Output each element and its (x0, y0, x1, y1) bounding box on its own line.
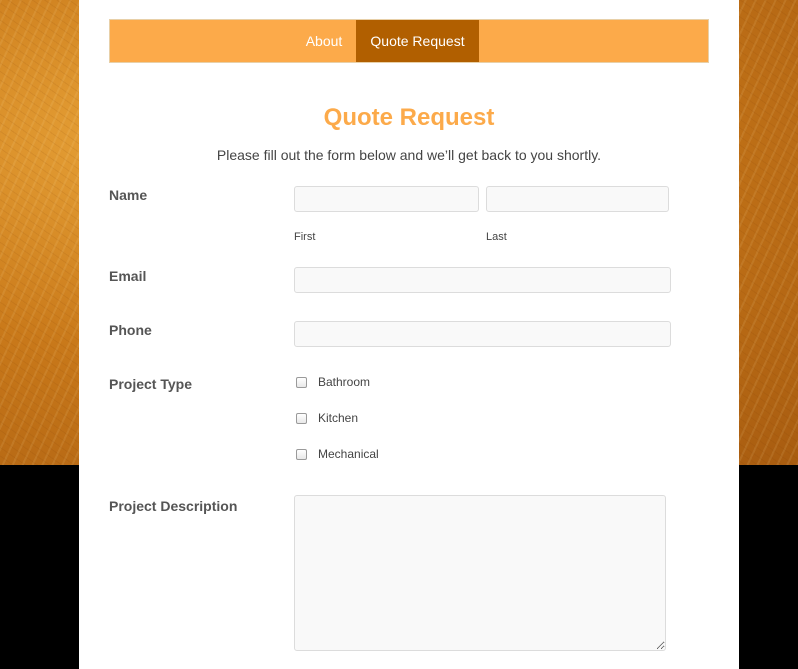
project-description-textarea[interactable] (294, 495, 666, 651)
page-container: About Quote Request Quote Request Please… (79, 0, 739, 669)
first-name-sublabel: First (294, 231, 316, 243)
bathroom-checkbox[interactable] (296, 377, 307, 388)
nav-item-about[interactable]: About (292, 20, 356, 62)
kitchen-checkbox[interactable] (296, 413, 307, 424)
page-subtitle: Please fill out the form below and we’ll… (216, 147, 602, 163)
phone-field[interactable] (294, 321, 671, 347)
email-label: Email (109, 268, 147, 284)
project-type-label: Project Type (109, 376, 192, 392)
kitchen-label[interactable]: Kitchen (318, 411, 358, 425)
project-description-label: Project Description (109, 498, 238, 514)
nav-item-quote-request[interactable]: Quote Request (356, 20, 479, 62)
email-field[interactable] (294, 267, 671, 293)
bathroom-label[interactable]: Bathroom (318, 375, 370, 389)
main-nav: About Quote Request (109, 19, 709, 63)
mechanical-checkbox[interactable] (296, 449, 307, 460)
name-label: Name (109, 187, 148, 203)
last-name-input[interactable] (486, 186, 669, 212)
phone-label: Phone (109, 322, 152, 338)
first-name-input[interactable] (294, 186, 479, 212)
page-title: Quote Request (323, 104, 495, 131)
last-name-sublabel: Last (486, 231, 507, 243)
mechanical-label[interactable]: Mechanical (318, 447, 379, 461)
